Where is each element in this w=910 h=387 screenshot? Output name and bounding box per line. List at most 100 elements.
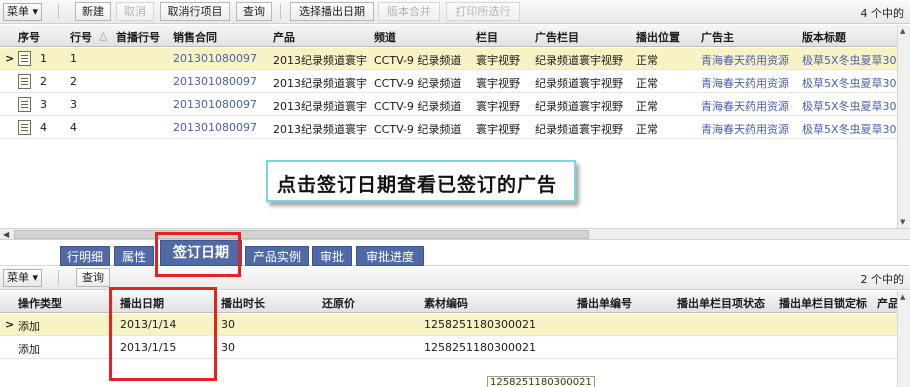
query-button[interactable]: 查询	[76, 268, 110, 287]
col-sheet-item-status[interactable]: 播出单栏目项状态	[677, 295, 777, 311]
cell-product: 2013纪录频道寰宇	[273, 100, 367, 113]
col-ad-program[interactable]: 广告栏目	[535, 29, 579, 45]
col-operation-type[interactable]: 操作类型	[18, 295, 62, 311]
horizontal-scrollbar[interactable]: ◀	[0, 228, 910, 240]
cell-channel: CCTV-9 纪录频道	[374, 100, 462, 113]
grid-header: 序号 行号 △ 首播行号 销售合同 产品 频道 栏目 广告栏目 播出位置 广告主…	[0, 25, 910, 47]
new-button[interactable]: 新建	[75, 2, 111, 21]
menu-dropdown[interactable]: 菜单 ▾	[3, 3, 43, 21]
cell-position: 正常	[636, 77, 658, 90]
cell-advertiser-link[interactable]: 青海春天药用资源	[701, 75, 801, 91]
merge-version-button[interactable]: 版本合并	[378, 2, 440, 21]
tab-line-details[interactable]: 行明细	[60, 246, 110, 266]
table-row[interactable]: 3 3 201301080097 2013纪录频道寰宇 CCTV-9 纪录频道 …	[0, 94, 910, 116]
table-row[interactable]: > 1 1 201301080097 2013纪录频道寰宇 CCTV-9 纪录频…	[0, 48, 910, 70]
cell-version-link[interactable]: 极草5X冬虫夏草30 C	[802, 121, 897, 137]
scroll-left-icon[interactable]: ◀	[3, 230, 9, 239]
cell-program: 寰宇视野	[476, 54, 520, 67]
cell-contract-link[interactable]: 201301080097	[173, 98, 257, 111]
cancel-line-item-button[interactable]: 取消行项目	[160, 2, 230, 21]
chevron-down-icon: ▾	[32, 5, 39, 18]
cell-ad-program: 纪录频道寰宇视野	[535, 100, 623, 113]
document-icon[interactable]	[18, 97, 31, 112]
col-seq[interactable]: 序号	[18, 29, 40, 45]
cell-contract-link[interactable]: 201301080097	[173, 75, 257, 88]
scroll-up-icon[interactable]: ▲	[900, 27, 905, 35]
col-contract[interactable]: 销售合同	[173, 29, 217, 45]
cell-version-link[interactable]: 极草5X冬虫夏草30 C	[802, 75, 897, 91]
row-pointer-icon: >	[5, 318, 15, 331]
col-sheet-number[interactable]: 播出单编号	[577, 295, 632, 311]
top-toolbar: 菜单 ▾ 新建 取消 取消行项目 查询 选择播出日期 版本合并 打印所选行 4 …	[0, 0, 910, 24]
col-restore-price[interactable]: 还原价	[322, 295, 355, 311]
vertical-scrollbar[interactable]: ▲	[897, 291, 910, 387]
scroll-up-icon[interactable]: ▲	[900, 293, 905, 301]
col-sheet-lock-flag[interactable]: 播出单栏目锁定标	[779, 295, 877, 311]
document-icon[interactable]	[18, 74, 31, 89]
cell-ad-program: 纪录频道寰宇视野	[535, 77, 623, 90]
col-position[interactable]: 播出位置	[636, 29, 680, 45]
row-pointer-icon: >	[5, 52, 15, 65]
table-row[interactable]: 4 4 201301080097 2013纪录频道寰宇 CCTV-9 纪录频道 …	[0, 117, 910, 139]
menu-label: 菜单	[7, 271, 29, 284]
cell-version-link[interactable]: 极草5X冬虫夏草30 C	[802, 98, 897, 114]
cell-channel: CCTV-9 纪录频道	[374, 123, 462, 136]
col-material-code[interactable]: 素材编码	[424, 295, 468, 311]
col-product[interactable]: 产品	[273, 29, 295, 45]
menu-dropdown[interactable]: 菜单 ▾	[3, 269, 43, 287]
toolbar-divider	[58, 270, 59, 285]
col-advertiser[interactable]: 广告主	[701, 29, 734, 45]
sort-asc-icon: △	[99, 29, 108, 42]
cell-advertiser-link[interactable]: 青海春天药用资源	[701, 52, 801, 68]
table-row[interactable]: 2 2 201301080097 2013纪录频道寰宇 CCTV-9 纪录频道 …	[0, 71, 910, 93]
cell-version-link[interactable]: 极草5X冬虫夏草30 C	[802, 52, 897, 68]
tab-approval-progress[interactable]: 审批进度	[356, 246, 424, 266]
scrollbar-thumb[interactable]	[14, 230, 589, 239]
cell-line: 1	[70, 52, 77, 65]
cell-air-duration: 30	[221, 341, 235, 354]
document-icon[interactable]	[18, 120, 31, 135]
cell-contract-link[interactable]: 201301080097	[173, 121, 257, 134]
cell-seq: 4	[40, 121, 47, 134]
cell-air-duration: 30	[221, 318, 235, 331]
air-date-column-highlight	[109, 287, 217, 381]
toolbar-divider	[58, 4, 59, 19]
tab-product-instances[interactable]: 产品实例	[245, 246, 309, 266]
col-program[interactable]: 栏目	[476, 29, 498, 45]
vertical-scrollbar[interactable]: ▲ ▼	[897, 25, 910, 228]
detail-tabs: 行明细 属性 签订日期 产品实例 审批 审批进度	[0, 240, 910, 266]
col-product[interactable]: 产品实	[877, 295, 897, 311]
col-first-line[interactable]: 首播行号	[116, 29, 160, 45]
record-count: 2 个中的	[860, 273, 905, 286]
document-icon[interactable]	[18, 51, 31, 66]
cell-channel: CCTV-9 纪录频道	[374, 77, 462, 90]
tab-approval[interactable]: 审批	[312, 246, 352, 266]
scroll-down-icon[interactable]: ▼	[900, 218, 905, 226]
cancel-button[interactable]: 取消	[116, 2, 154, 21]
cell-advertiser-link[interactable]: 青海春天药用资源	[701, 121, 801, 137]
col-line[interactable]: 行号	[70, 29, 92, 45]
cell-line: 2	[70, 75, 77, 88]
toolbar-divider	[280, 4, 281, 19]
cell-position: 正常	[636, 100, 658, 113]
cell-seq: 2	[40, 75, 47, 88]
tab-attributes[interactable]: 属性	[114, 246, 154, 266]
select-air-date-button[interactable]: 选择播出日期	[290, 2, 374, 21]
callout-text: 点击签订日期查看已签订的广告	[277, 174, 558, 196]
menu-label: 菜单	[7, 5, 29, 18]
cell-ad-program: 纪录频道寰宇视野	[535, 123, 623, 136]
cell-line: 3	[70, 98, 77, 111]
cell-program: 寰宇视野	[476, 123, 520, 136]
query-button[interactable]: 查询	[236, 2, 272, 21]
cell-channel: CCTV-9 纪录频道	[374, 54, 462, 67]
print-selected-button[interactable]: 打印所选行	[446, 2, 520, 21]
cell-advertiser-link[interactable]: 青海春天药用资源	[701, 98, 801, 114]
cell-tooltip: 1258251180300021	[487, 376, 595, 387]
col-version[interactable]: 版本标题	[802, 29, 897, 45]
cell-contract-link[interactable]: 201301080097	[173, 52, 257, 65]
cell-program: 寰宇视野	[476, 77, 520, 90]
col-channel[interactable]: 频道	[374, 29, 396, 45]
cell-material-code: 1258251180300021	[424, 341, 536, 354]
col-air-duration[interactable]: 播出时长	[221, 295, 265, 311]
cell-operation-type: 添加	[18, 343, 40, 356]
